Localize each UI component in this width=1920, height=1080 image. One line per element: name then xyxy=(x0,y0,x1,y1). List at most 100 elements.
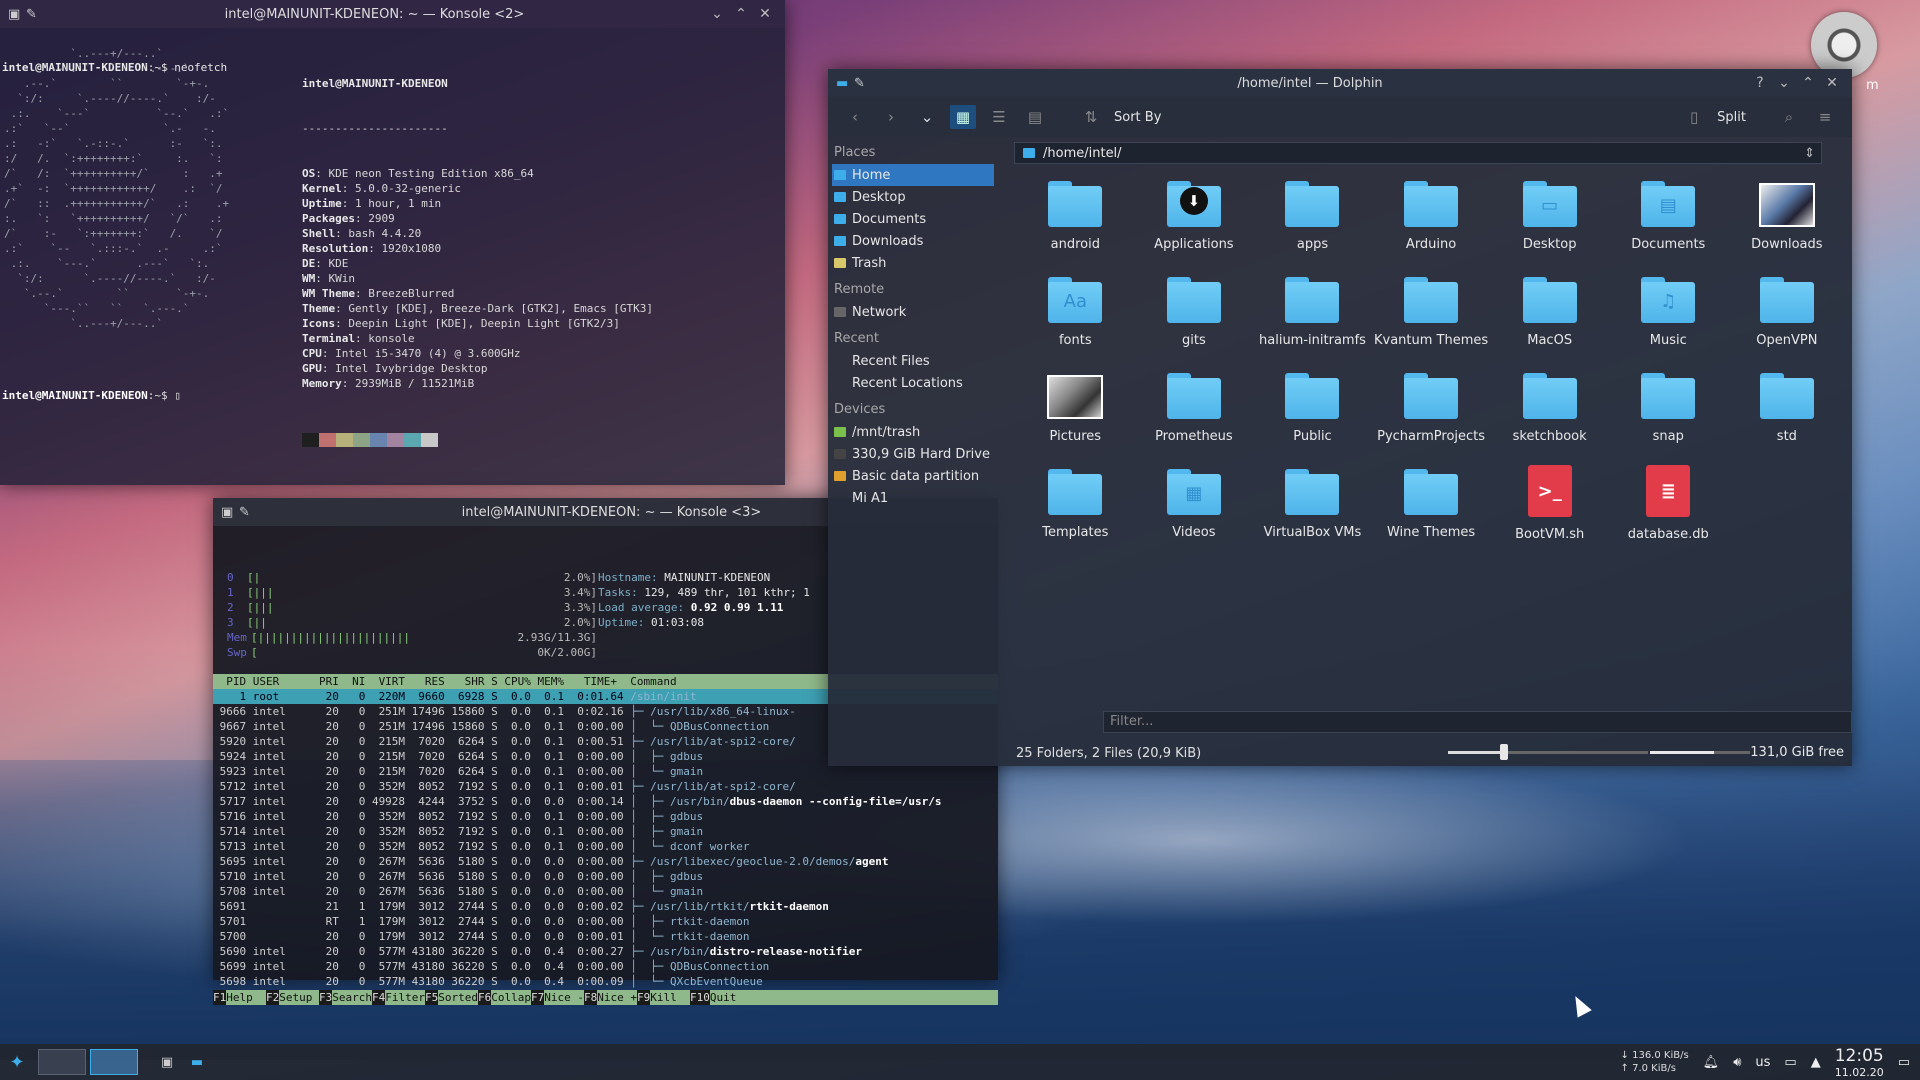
minimize-button[interactable]: ⌄ xyxy=(1772,75,1796,91)
file-item-applications[interactable]: ⬇ Applications xyxy=(1135,177,1254,259)
file-item-openvpn[interactable]: OpenVPN xyxy=(1728,273,1847,355)
file-item-pictures[interactable]: Pictures xyxy=(1016,369,1135,451)
pin-icon[interactable]: ✎ xyxy=(239,505,257,520)
close-button[interactable]: ✕ xyxy=(1820,75,1844,91)
pin-icon[interactable]: ✎ xyxy=(854,76,872,91)
device-item-330-9-gib-hard-drive[interactable]: 330,9 GiB Hard Drive xyxy=(828,443,998,465)
function-key-f4[interactable]: F4 Filter xyxy=(372,990,425,1005)
minimize-button[interactable]: ⌄ xyxy=(705,6,729,22)
file-item-music[interactable]: ♫ Music xyxy=(1609,273,1728,355)
table-row[interactable]: 5700 20 0 179M 3012 2744 S 0.0 0.0 0:00.… xyxy=(213,929,998,944)
file-item-downloads[interactable]: Downloads xyxy=(1728,177,1847,259)
places-item-downloads[interactable]: Downloads xyxy=(828,230,998,252)
table-row[interactable]: 5695 intel 20 0 267M 5636 5180 S 0.0 0.0… xyxy=(213,854,998,869)
function-key-f2[interactable]: F2 Setup xyxy=(266,990,319,1005)
places-item-home[interactable]: Home xyxy=(832,164,994,186)
device-item-mnt-trash[interactable]: /mnt/trash xyxy=(828,421,998,443)
terminal-output[interactable]: intel@MAINUNIT-KDENEON:~$ neofetch `..--… xyxy=(0,28,785,485)
network-icon[interactable]: ▭ xyxy=(1784,1055,1796,1070)
function-key-f3[interactable]: F3 Search xyxy=(319,990,372,1005)
file-item-macos[interactable]: MacOS xyxy=(1490,273,1609,355)
file-item-virtualbox-vms[interactable]: VirtualBox VMs xyxy=(1253,465,1372,547)
application-launcher-icon[interactable]: ✦ xyxy=(2,1052,32,1073)
sort-by-button[interactable]: Sort By xyxy=(1114,110,1161,125)
close-button[interactable]: ✕ xyxy=(753,6,777,22)
function-key-f1[interactable]: F1 Help xyxy=(213,990,266,1005)
dolphin-window[interactable]: ▬ ✎ /home/intel — Dolphin ? ⌄ ⌃ ✕ ‹ › ⌄ … xyxy=(828,69,1852,766)
htop-function-keys[interactable]: F1 Help F2 Setup F3 Search F4 Filter F5 Sorted F… xyxy=(213,990,998,1005)
file-item-gits[interactable]: gits xyxy=(1135,273,1254,355)
search-icon[interactable]: ⌕ xyxy=(1776,108,1802,126)
file-item-apps[interactable]: apps xyxy=(1253,177,1372,259)
sort-icon[interactable]: ⇅ xyxy=(1078,108,1104,126)
recent-item-recent-files[interactable]: Recent Files xyxy=(828,350,998,372)
table-row[interactable]: 5708 intel 20 0 267M 5636 5180 S 0.0 0.0… xyxy=(213,884,998,899)
konsole-window-neofetch[interactable]: ▣ ✎ intel@MAINUNIT-KDENEON: ~ — Konsole … xyxy=(0,0,785,485)
device-item-basic-data-partition[interactable]: Basic data partition xyxy=(828,465,998,487)
places-item-desktop[interactable]: Desktop xyxy=(828,186,998,208)
file-item-kvantum-themes[interactable]: Kvantum Themes xyxy=(1372,273,1491,355)
location-bar[interactable]: /home/intel/ ⇕ xyxy=(1014,142,1822,164)
konsole-task-icon[interactable]: ▣ xyxy=(152,1048,182,1076)
keyboard-layout[interactable]: us xyxy=(1755,1055,1770,1070)
notifications-icon[interactable]: 🔔︎ xyxy=(1703,1055,1720,1070)
table-row[interactable]: 5716 intel 20 0 352M 8052 7192 S 0.0 0.1… xyxy=(213,809,998,824)
table-row[interactable]: 5713 intel 20 0 352M 8052 7192 S 0.0 0.1… xyxy=(213,839,998,854)
table-row[interactable]: 5717 intel 20 0 49928 4244 3752 S 0.0 0.… xyxy=(213,794,998,809)
file-item-snap[interactable]: snap xyxy=(1609,369,1728,451)
remote-item-network[interactable]: Network xyxy=(828,301,998,323)
file-item-wine-themes[interactable]: Wine Themes xyxy=(1372,465,1491,547)
desktop-2[interactable] xyxy=(90,1049,138,1075)
table-row[interactable]: 5691 21 1 179M 3012 2744 S 0.0 0.0 0:00.… xyxy=(213,899,998,914)
function-key-f10[interactable]: F10 Quit xyxy=(690,990,737,1005)
maximize-button[interactable]: ⌃ xyxy=(729,6,753,22)
file-item-desktop[interactable]: ▭ Desktop xyxy=(1490,177,1609,259)
file-item-std[interactable]: std xyxy=(1728,369,1847,451)
desktop-1[interactable] xyxy=(38,1049,86,1075)
pin-icon[interactable]: ✎ xyxy=(26,7,44,22)
file-item-pycharmprojects[interactable]: PycharmProjects xyxy=(1372,369,1491,451)
file-item-android[interactable]: android xyxy=(1016,177,1135,259)
file-item-documents[interactable]: ▤ Documents xyxy=(1609,177,1728,259)
table-row[interactable]: 5710 intel 20 0 267M 5636 5180 S 0.0 0.0… xyxy=(213,869,998,884)
table-row[interactable]: 5923 intel 20 0 215M 7020 6264 S 0.0 0.1… xyxy=(213,764,998,779)
chevron-down-icon[interactable]: ⌄ xyxy=(914,108,940,126)
table-row[interactable]: 5698 intel 20 0 577M 43180 36220 S 0.0 0… xyxy=(213,974,998,989)
table-row[interactable]: 5701 RT 1 179M 3012 2744 S 0.0 0.0 0:00.… xyxy=(213,914,998,929)
places-item-documents[interactable]: Documents xyxy=(828,208,998,230)
file-item-sketchbook[interactable]: sketchbook xyxy=(1490,369,1609,451)
zoom-slider[interactable] xyxy=(1448,744,1648,760)
file-item-videos[interactable]: ▦ Videos xyxy=(1135,465,1254,547)
maximize-button[interactable]: ⌃ xyxy=(1796,75,1820,91)
table-row[interactable]: 5712 intel 20 0 352M 8052 7192 S 0.0 0.1… xyxy=(213,779,998,794)
help-button[interactable]: ? xyxy=(1748,75,1772,91)
table-row[interactable]: 5690 intel 20 0 577M 43180 36220 S 0.0 0… xyxy=(213,944,998,959)
dolphin-task-icon[interactable]: ▬ xyxy=(182,1048,212,1076)
zoom-slider-handle[interactable] xyxy=(1500,744,1508,760)
split-view-icon[interactable]: ▯ xyxy=(1681,108,1707,126)
details-view-icon[interactable]: ▤ xyxy=(1022,108,1048,126)
file-item-public[interactable]: Public xyxy=(1253,369,1372,451)
filter-input[interactable]: Filter... xyxy=(1103,711,1852,733)
function-key-f5[interactable]: F5 Sorted xyxy=(425,990,478,1005)
back-icon[interactable]: ‹ xyxy=(842,108,868,126)
function-key-f6[interactable]: F6 Collap xyxy=(478,990,531,1005)
split-button[interactable]: Split xyxy=(1717,110,1746,125)
file-item-prometheus[interactable]: Prometheus xyxy=(1135,369,1254,451)
table-row[interactable]: 5699 intel 20 0 577M 43180 36220 S 0.0 0… xyxy=(213,959,998,974)
compact-view-icon[interactable]: ☰ xyxy=(986,108,1012,126)
forward-icon[interactable]: › xyxy=(878,108,904,126)
file-item-templates[interactable]: Templates xyxy=(1016,465,1135,547)
function-key-f9[interactable]: F9 Kill xyxy=(637,990,690,1005)
function-key-f7[interactable]: F7 Nice - xyxy=(531,990,584,1005)
volume-icon[interactable]: 🔊︎ xyxy=(1733,1055,1741,1070)
file-item-database-db[interactable]: ≣ database.db xyxy=(1609,465,1728,547)
icons-view-icon[interactable]: ▦ xyxy=(950,105,976,129)
tray-expand-icon[interactable]: ▲ xyxy=(1811,1055,1821,1070)
device-item-mi-a1[interactable]: Mi A1 xyxy=(828,487,998,509)
places-item-trash[interactable]: Trash xyxy=(828,252,998,274)
function-key-f8[interactable]: F8 Nice + xyxy=(584,990,637,1005)
dolphin-titlebar[interactable]: ▬ ✎ /home/intel — Dolphin ? ⌄ ⌃ ✕ xyxy=(828,69,1852,97)
table-row[interactable]: 5714 intel 20 0 352M 8052 7192 S 0.0 0.1… xyxy=(213,824,998,839)
location-dropdown-icon[interactable]: ⇕ xyxy=(1804,146,1821,161)
